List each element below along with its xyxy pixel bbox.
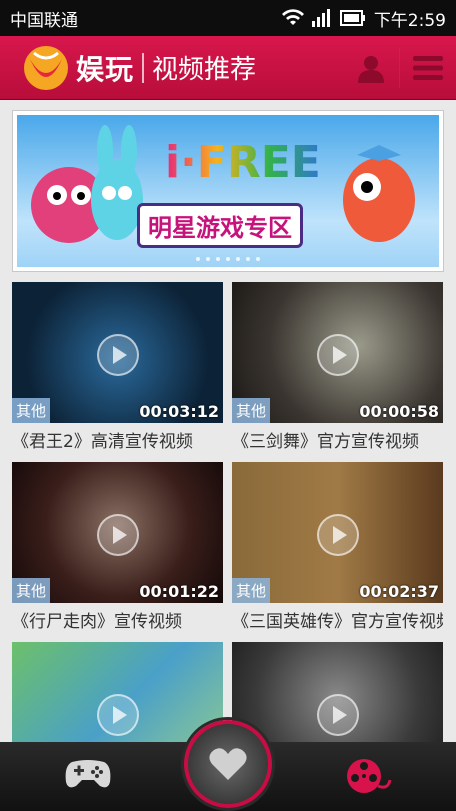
promo-banner[interactable]: i·FREE 明星游戏专区 [12,110,444,272]
menu-button[interactable] [400,36,456,100]
gamepad-icon [65,760,111,788]
category-tag: 其他 [232,578,271,603]
favorites-button[interactable] [184,720,272,808]
video-duration: 00:01:22 [139,582,219,601]
video-card[interactable]: 其他 00:03:12 《君王2》高清宣传视频 [12,282,223,461]
user-icon [358,55,384,83]
app-brand: 娱玩 [76,52,135,86]
carrier-name: 中国联通 [10,10,78,31]
app-logo-icon [24,45,68,90]
film-reel-icon [347,759,392,793]
play-icon [317,514,359,556]
status-bar: 中国联通 下午2:59 [0,0,456,36]
video-card[interactable]: 其他 00:02:37 《三国英雄传》官方宣传视频 [232,462,443,641]
video-title: 《三剑舞》官方宣传视频 [232,432,419,452]
video-duration: 00:03:12 [139,402,219,421]
banner-title: i·FREE [165,137,321,188]
category-tag: 其他 [232,398,271,423]
play-icon [97,694,139,736]
video-duration: 00:00:58 [359,402,439,421]
category-tag: 其他 [12,398,51,423]
video-card[interactable]: 其他 00:01:22 《行尸走肉》宣传视频 [12,462,223,641]
video-card[interactable]: 其他 00:00:58 《三剑舞》官方宣传视频 [232,282,443,461]
video-thumbnail: 其他 00:00:58 [232,282,443,423]
user-profile-button[interactable] [343,36,399,100]
play-icon [317,694,359,736]
banner-image: i·FREE 明星游戏专区 [17,115,439,267]
page-title: 视频推荐 [152,55,257,85]
video-title: 《三国英雄传》官方宣传视频 [232,612,443,632]
battery-icon [339,10,365,26]
videos-nav-button[interactable] [344,756,392,800]
category-tag: 其他 [12,578,51,603]
play-icon [97,514,139,556]
video-thumbnail: 其他 00:03:12 [12,282,223,423]
heart-icon [209,748,247,780]
play-icon [97,334,139,376]
play-icon [317,334,359,376]
video-thumbnail: 其他 00:02:37 [232,462,443,603]
clock: 下午2:59 [373,10,446,31]
banner-subtitle: 明星游戏专区 [137,203,303,248]
carousel-indicator [17,257,439,261]
video-thumbnail: 其他 00:01:22 [12,462,223,603]
signal-icon [311,9,330,27]
video-title: 《君王2》高清宣传视频 [12,432,193,452]
video-title: 《行尸走肉》宣传视频 [12,612,182,632]
app-header: 娱玩 视频推荐 [0,36,456,100]
games-nav-button[interactable] [64,756,112,796]
video-duration: 00:02:37 [359,582,439,601]
title-divider [142,52,145,83]
wifi-icon [281,9,304,25]
menu-icon [413,55,443,80]
